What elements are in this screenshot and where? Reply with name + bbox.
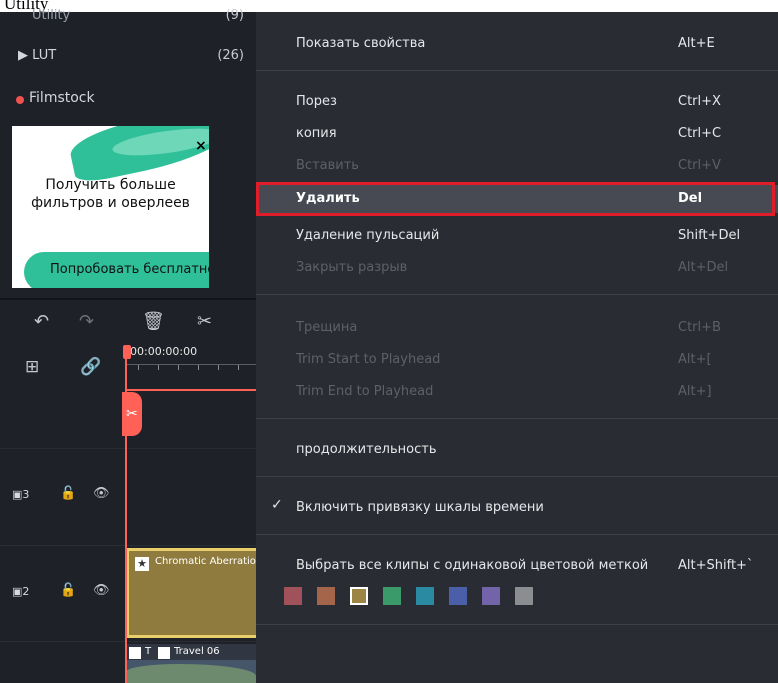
menu-divider bbox=[256, 476, 778, 477]
menu-item-label: Trim End to Playhead bbox=[296, 384, 434, 399]
menu-item-cut[interactable]: Порез Ctrl+X bbox=[256, 88, 778, 116]
track-divider bbox=[0, 641, 256, 642]
menu-item-shortcut: Alt+Del bbox=[678, 260, 729, 275]
context-menu: Показать свойства Alt+E Порез Ctrl+X коп… bbox=[256, 12, 778, 683]
promo-text: Получить больше фильтров и оверлеев bbox=[31, 177, 190, 211]
eye-icon[interactable]: 👁 bbox=[93, 486, 110, 501]
star-icon: ★ bbox=[135, 557, 149, 571]
scissor-icon: ✂ bbox=[126, 406, 138, 422]
add-track-icon[interactable]: ⊞ bbox=[25, 357, 39, 377]
color-swatch[interactable] bbox=[383, 587, 401, 605]
color-swatch[interactable] bbox=[284, 587, 302, 605]
promo-try-button[interactable]: Попробовать бесплатно bbox=[24, 252, 209, 288]
menu-divider bbox=[256, 534, 778, 535]
color-swatch[interactable] bbox=[482, 587, 500, 605]
menu-item-select-same-color[interactable]: Выбрать все клипы с одинаковой цветовой … bbox=[256, 552, 778, 580]
menu-item-label: Показать свойства bbox=[296, 36, 426, 51]
menu-item-label: продолжительность bbox=[296, 442, 437, 457]
menu-item-trim-start[interactable]: Trim Start to Playhead Alt+[ bbox=[256, 346, 778, 374]
clip-travel[interactable]: T Travel 06 bbox=[126, 644, 256, 683]
link-icon[interactable]: 🔗 bbox=[80, 357, 101, 377]
menu-item-label: Трещина bbox=[296, 320, 358, 335]
menu-divider bbox=[256, 70, 778, 71]
library-item-utility[interactable]: Utility (9) bbox=[0, 2, 256, 30]
playhead-range bbox=[125, 389, 256, 391]
video-track-icon: ▣2 bbox=[12, 585, 30, 598]
redo-icon[interactable]: ↷ bbox=[79, 311, 94, 332]
clip-name: Travel 06 bbox=[174, 646, 220, 657]
playhead-split-button[interactable]: ✂ bbox=[122, 392, 142, 436]
lock-icon[interactable]: 🔓 bbox=[60, 583, 76, 598]
playhead-handle[interactable] bbox=[123, 345, 131, 359]
library-item-label: ▶ LUT bbox=[18, 48, 57, 63]
clip-name: Chromatic Aberration bbox=[155, 556, 263, 567]
menu-item-label: Включить привязку шкалы времени bbox=[296, 500, 544, 515]
menu-item-copy[interactable]: копия Ctrl+C bbox=[256, 120, 778, 148]
menu-item-shortcut: Alt+[ bbox=[678, 352, 712, 367]
menu-item-label: Порез bbox=[296, 94, 337, 109]
menu-item-shortcut: Alt+Shift+` bbox=[678, 558, 754, 573]
panel-divider bbox=[0, 298, 256, 300]
library-item-lut[interactable]: ▶ LUT (26) bbox=[0, 42, 256, 70]
menu-item-duration[interactable]: продолжительность bbox=[256, 436, 778, 464]
play-icon bbox=[129, 647, 141, 659]
menu-item-shortcut: Alt+E bbox=[678, 36, 715, 51]
menu-item-properties[interactable]: Показать свойства Alt+E bbox=[256, 30, 778, 58]
close-icon[interactable]: × bbox=[195, 138, 207, 154]
video-track-icon: ▣3 bbox=[12, 488, 30, 501]
menu-divider bbox=[256, 294, 778, 295]
highlight-box bbox=[256, 182, 775, 216]
clip-title-letter: T bbox=[145, 646, 152, 657]
filmstock-dot-icon bbox=[16, 96, 24, 104]
menu-item-label: Удаление пульсаций bbox=[296, 228, 440, 243]
menu-item-label: Выбрать все клипы с одинаковой цветовой … bbox=[296, 558, 649, 573]
undo-icon[interactable]: ↶ bbox=[34, 311, 49, 332]
library-item-count: (9) bbox=[225, 8, 244, 23]
cut-icon[interactable]: ✂ bbox=[197, 311, 212, 332]
menu-item-shortcut: Ctrl+V bbox=[678, 158, 721, 173]
menu-item-shortcut: Ctrl+B bbox=[678, 320, 721, 335]
menu-item-snapping[interactable]: Включить привязку шкалы времени bbox=[256, 494, 778, 522]
menu-item-shortcut: Ctrl+X bbox=[678, 94, 721, 109]
timecode: 00:00:00:00 bbox=[130, 345, 198, 358]
play-icon bbox=[158, 647, 170, 659]
clip-thumbnail bbox=[126, 664, 256, 683]
ruler[interactable] bbox=[126, 364, 256, 385]
library-item-label: Utility bbox=[32, 8, 71, 23]
delete-icon[interactable]: 🗑 bbox=[142, 311, 165, 332]
eye-icon[interactable]: 👁 bbox=[93, 583, 110, 598]
track-divider bbox=[0, 448, 256, 449]
menu-divider bbox=[256, 624, 778, 625]
menu-item-label: Закрыть разрыв bbox=[296, 260, 408, 275]
track-2-header: ▣2 bbox=[12, 585, 29, 598]
track-divider bbox=[0, 545, 256, 546]
library-item-count: (26) bbox=[217, 48, 244, 63]
color-swatch[interactable] bbox=[350, 587, 368, 605]
menu-item-label: копия bbox=[296, 126, 337, 141]
menu-item-shortcut: Alt+] bbox=[678, 384, 712, 399]
color-swatch[interactable] bbox=[416, 587, 434, 605]
menu-item-trim-end[interactable]: Trim End to Playhead Alt+] bbox=[256, 378, 778, 406]
color-swatch[interactable] bbox=[317, 587, 335, 605]
menu-divider bbox=[256, 418, 778, 419]
color-swatch[interactable] bbox=[515, 587, 533, 605]
lock-icon[interactable]: 🔓 bbox=[60, 486, 76, 501]
menu-item-ripple-delete[interactable]: Удаление пульсаций Shift+Del bbox=[256, 222, 778, 250]
menu-item-paste[interactable]: Вставить Ctrl+V bbox=[256, 152, 778, 180]
menu-item-shortcut: Ctrl+C bbox=[678, 126, 722, 141]
menu-item-split[interactable]: Трещина Ctrl+B bbox=[256, 314, 778, 342]
menu-item-label: Вставить bbox=[296, 158, 359, 173]
promo-try-label: Попробовать бесплатно bbox=[50, 262, 209, 277]
menu-item-shortcut: Shift+Del bbox=[678, 228, 741, 243]
menu-item-close-gap[interactable]: Закрыть разрыв Alt+Del bbox=[256, 254, 778, 282]
track-3-header: ▣3 bbox=[12, 488, 29, 501]
menu-item-label: Trim Start to Playhead bbox=[296, 352, 441, 367]
filmstock-label[interactable]: Filmstock bbox=[29, 90, 95, 106]
color-swatch[interactable] bbox=[449, 587, 467, 605]
clip-chromatic-aberration[interactable]: ★ Chromatic Aberration bbox=[126, 548, 262, 638]
promo-card[interactable]: × Получить больше фильтров и оверлеев По… bbox=[12, 126, 209, 288]
